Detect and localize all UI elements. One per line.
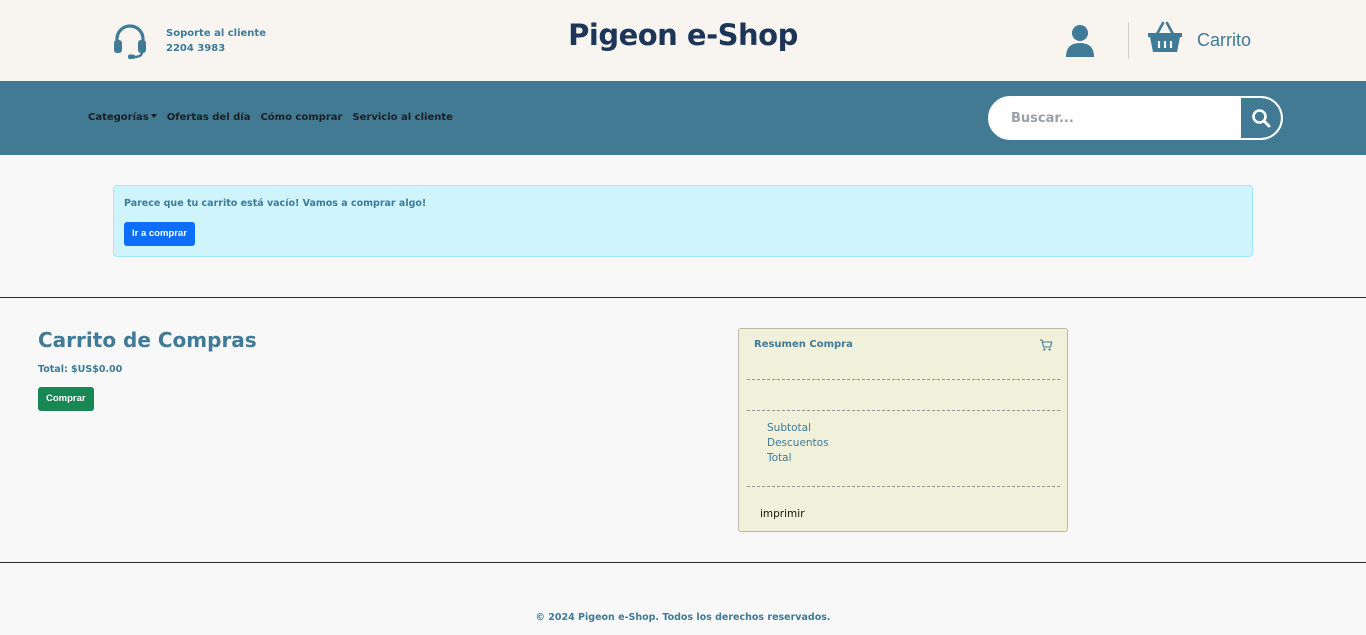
summary-row-total: Total [767, 452, 792, 464]
cart-link[interactable]: Carrito [1147, 20, 1251, 54]
search-icon [1252, 109, 1271, 128]
alert-message: Parece que tu carrito está vacío! Vamos … [124, 198, 427, 209]
brand-name[interactable]: Pigeon e-Shop [568, 18, 798, 52]
nav-item-categorias[interactable]: Categorías [88, 112, 157, 123]
main-navbar: Categorías Ofertas del día Cómo comprar … [0, 81, 1366, 155]
header-divider [1128, 22, 1129, 59]
cart-title: Carrito de Compras [38, 328, 257, 352]
search-button[interactable] [1241, 98, 1281, 138]
summary-row-discounts: Descuentos [767, 437, 829, 449]
nav-item-como-comprar[interactable]: Cómo comprar [260, 112, 342, 123]
cart-total: Total: $US$0.00 [38, 364, 123, 375]
nav-item-servicio[interactable]: Servicio al cliente [352, 112, 452, 123]
purchase-summary: Resumen Compra Subtotal Descuentos Total… [738, 328, 1068, 532]
divider-bottom [0, 562, 1366, 563]
search-bar [988, 96, 1283, 140]
caret-down-icon [150, 114, 157, 118]
summary-divider [747, 486, 1060, 487]
nav-item-label[interactable]: Categorías [88, 112, 149, 123]
nav-menu: Categorías Ofertas del día Cómo comprar … [88, 112, 463, 123]
summary-row-subtotal: Subtotal [767, 422, 811, 434]
summary-divider [747, 410, 1060, 411]
footer-copyright: © 2024 Pigeon e-Shop. Todos los derechos… [535, 612, 831, 623]
basket-icon [1148, 21, 1182, 52]
cart-label[interactable]: Carrito [1197, 24, 1251, 51]
top-header: Soporte al cliente 2204 3983 Pigeon e-Sh… [0, 0, 1366, 81]
user-icon[interactable] [1065, 24, 1095, 58]
go-shopping-button[interactable]: Ir a comprar [124, 222, 195, 246]
divider-top [0, 297, 1366, 298]
cart-icon [1040, 339, 1053, 351]
search-input[interactable] [990, 98, 1240, 138]
print-link[interactable]: imprimir [760, 508, 805, 520]
empty-cart-alert: Parece que tu carrito está vacío! Vamos … [113, 185, 1253, 257]
summary-divider [747, 379, 1060, 380]
summary-title: Resumen Compra [754, 339, 853, 350]
checkout-button[interactable]: Comprar [38, 387, 94, 411]
summary-rows: Subtotal Descuentos Total [767, 421, 829, 466]
nav-item-ofertas[interactable]: Ofertas del día [167, 112, 251, 123]
